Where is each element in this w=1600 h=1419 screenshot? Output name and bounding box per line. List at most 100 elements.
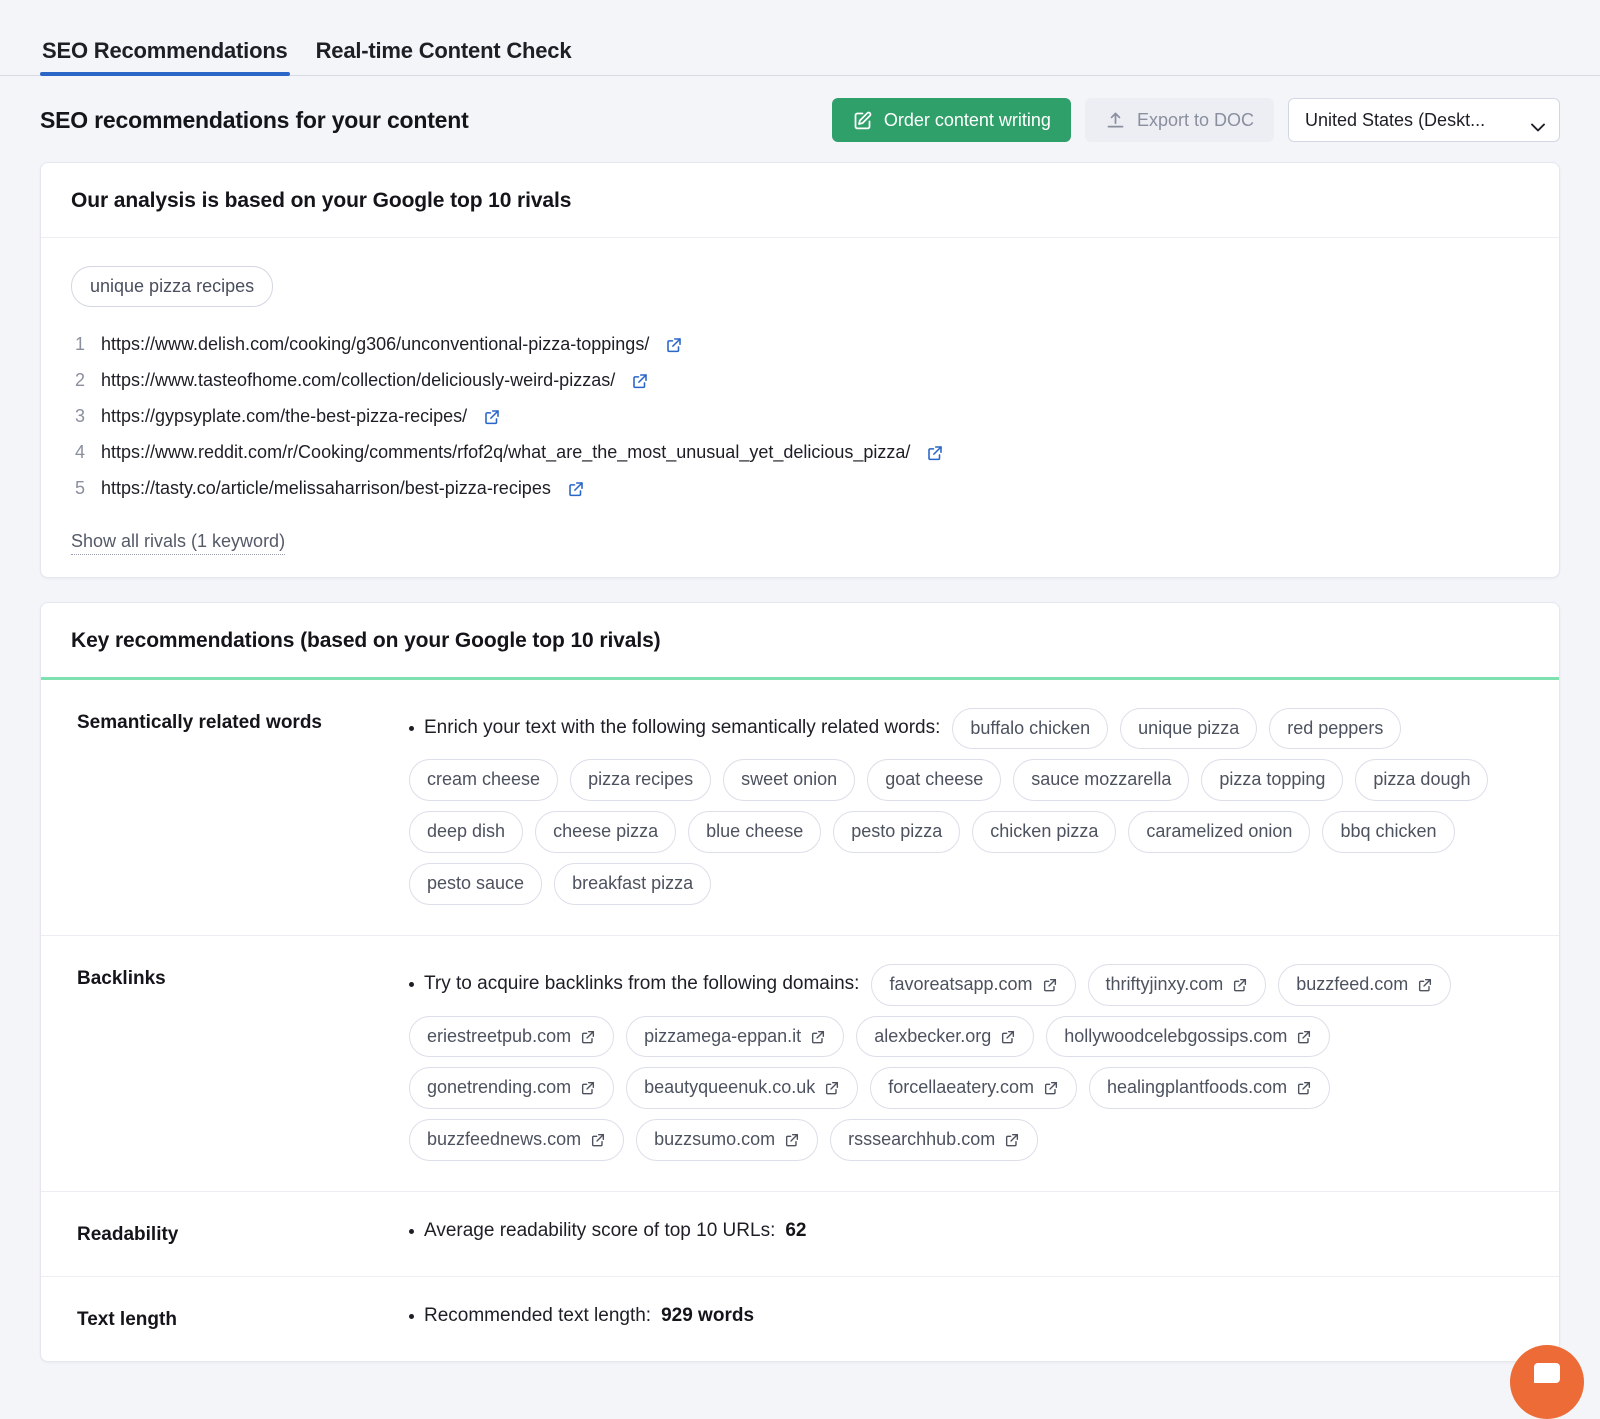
semantic-word-chip[interactable]: breakfast pizza [554,863,712,905]
recommendation-row-text-length: Text length Recommended text length: 929… [41,1276,1559,1361]
chip-label: buzzfeed.com [1296,973,1409,994]
row-content-readability: Average readability score of top 10 URLs… [409,1220,1529,1242]
rival-url-row[interactable]: 3 https://gypsyplate.com/the-best-pizza-r… [71,399,1529,435]
tab-real-time-content-check[interactable]: Real-time Content Check [314,40,574,76]
semantic-word-chip[interactable]: unique pizza [1120,707,1258,750]
semantic-words-bullet-text: Enrich your text with the following sema… [424,717,941,739]
external-link-icon[interactable] [926,444,944,462]
content-wrapper: Our analysis is based on your Google top… [0,162,1600,1363]
external-link-icon[interactable] [631,372,649,390]
backlink-domain-chip[interactable]: gonetrending.com [409,1067,615,1110]
semantic-word-chip[interactable]: pesto pizza [833,811,961,854]
rival-url-list: 1 https://www.delish.com/cooking/g306/unc… [71,327,1529,513]
page-title: SEO recommendations for your content [40,106,469,133]
semantic-word-chip[interactable]: pizza topping [1201,759,1344,802]
external-link-icon[interactable] [1232,977,1248,993]
chip-label: pizza dough [1373,769,1471,790]
semantic-word-chip[interactable]: chicken pizza [972,811,1117,854]
backlink-domain-chip[interactable]: healingplantfoods.com [1088,1067,1331,1110]
backlink-domain-chip[interactable]: buzzsumo.com [636,1119,819,1162]
locale-select[interactable]: United States (Deskt... [1288,98,1560,142]
external-link-icon[interactable] [665,336,683,354]
recommendation-row-backlinks: Backlinks Try to acquire backlinks from … [41,934,1559,1191]
backlink-domain-chip[interactable]: eriestreetpub.com [409,1015,615,1058]
semantic-words-chip-group: Enrich your text with the following sema… [409,707,1529,905]
text-length-value: 929 words [661,1305,755,1327]
header-actions: Order content writing Export to DOC Unit… [831,98,1560,142]
rivals-card-body: unique pizza recipes 1 https://www.delish… [41,238,1559,577]
backlink-domain-chip[interactable]: favoreatsapp.com [871,963,1076,1006]
rival-url-number: 3 [74,406,85,427]
external-link-icon[interactable] [483,408,501,426]
external-link-icon[interactable] [580,1029,596,1045]
chip-label: chicken pizza [990,821,1099,842]
backlink-domain-chip[interactable]: beautyqueenuk.co.uk [626,1067,859,1110]
external-link-icon[interactable] [580,1080,596,1096]
backlink-domain-chip[interactable]: buzzfeed.com [1278,963,1452,1006]
backlink-domain-chip[interactable]: thriftyjinxy.com [1087,963,1267,1006]
backlinks-bullet: Try to acquire backlinks from the follow… [409,972,859,997]
row-label-readability: Readability [77,1224,179,1246]
chip-label: caramelized onion [1146,821,1293,842]
external-link-icon[interactable] [1296,1080,1312,1096]
key-recommendations-title: Key recommendations (based on your Googl… [41,603,1559,680]
chip-label: deep dish [427,821,506,842]
semantic-word-chip[interactable]: caramelized onion [1128,811,1311,854]
semantic-word-chip[interactable]: goat cheese [867,759,1002,802]
chat-bubble-icon [1534,1363,1560,1383]
semantic-word-chip[interactable]: pizza recipes [570,759,712,802]
chip-label: healingplantfoods.com [1106,1077,1288,1098]
recommendation-row-semantic-words: Semantically related words Enrich your t… [41,680,1559,935]
keyword-chip[interactable]: unique pizza recipes [71,266,274,307]
backlink-domain-chip[interactable]: pizzamega-eppan.it [626,1015,845,1058]
semantic-word-chip[interactable]: pesto sauce [409,863,543,905]
semantic-word-chip[interactable]: buffalo chicken [952,707,1109,750]
backlink-domain-chip[interactable]: alexbecker.org [856,1015,1035,1058]
rival-url-text: https://www.tasteofhome.com/collection/d… [101,370,616,391]
chip-label: pesto sauce [427,873,525,894]
bullet-dot-icon [409,1313,414,1319]
backlink-domain-chip[interactable]: buzzfeednews.com [409,1119,625,1162]
export-to-doc-label: Export to DOC [1136,110,1254,130]
rival-url-row[interactable]: 2 https://www.tasteofhome.com/collection/… [71,363,1529,399]
rival-url-row[interactable]: 4 https://www.reddit.com/r/Cooking/commen… [71,435,1529,471]
external-link-icon[interactable] [824,1080,840,1096]
external-link-icon[interactable] [1417,977,1433,993]
row-label-semantic-words: Semantically related words [77,711,322,733]
rival-url-number: 1 [74,334,85,355]
semantic-word-chip[interactable]: sweet onion [723,759,856,802]
semantic-word-chip[interactable]: red peppers [1269,707,1402,750]
show-all-rivals-link[interactable]: Show all rivals (1 keyword) [71,531,286,555]
chip-label: buzzsumo.com [654,1129,776,1150]
external-link-icon[interactable] [1043,1080,1059,1096]
semantic-word-chip[interactable]: pizza dough [1355,759,1489,802]
external-link-icon[interactable] [1296,1029,1312,1045]
chip-label: goat cheese [885,769,984,790]
rival-url-row[interactable]: 5 https://tasty.co/article/melissaharriso… [71,471,1529,507]
external-link-icon[interactable] [590,1132,606,1148]
chat-support-button[interactable] [1510,1345,1584,1419]
backlink-domain-chip[interactable]: hollywoodcelebgossips.com [1046,1015,1331,1058]
semantic-word-chip[interactable]: bbq chicken [1322,811,1455,854]
semantic-word-chip[interactable]: blue cheese [688,811,822,854]
chip-label: hollywoodcelebgossips.com [1064,1025,1288,1046]
order-content-writing-button[interactable]: Order content writing [831,98,1071,142]
external-link-icon[interactable] [1042,977,1058,993]
rival-url-text: https://gypsyplate.com/the-best-pizza-re… [101,406,468,427]
semantic-word-chip[interactable]: cream cheese [409,759,559,802]
external-link-icon[interactable] [784,1132,800,1148]
tab-seo-recommendations[interactable]: SEO Recommendations [40,40,290,76]
external-link-icon[interactable] [1000,1029,1016,1045]
external-link-icon[interactable] [810,1029,826,1045]
semantic-word-chip[interactable]: sauce mozzarella [1013,759,1190,802]
semantic-word-chip[interactable]: deep dish [409,811,524,854]
backlink-domain-chip[interactable]: forcellaeatery.com [870,1067,1077,1110]
row-label-text-length: Text length [77,1309,177,1331]
external-link-icon[interactable] [567,480,585,498]
rival-url-row[interactable]: 6https://www.seriouseats.com/the-best-pi… [71,507,1529,513]
export-to-doc-button[interactable]: Export to DOC [1084,98,1274,142]
rival-url-row[interactable]: 1 https://www.delish.com/cooking/g306/unc… [71,327,1529,363]
backlink-domain-chip[interactable]: rsssearchhub.com [830,1119,1039,1162]
semantic-word-chip[interactable]: cheese pizza [535,811,677,854]
external-link-icon[interactable] [1004,1132,1020,1148]
